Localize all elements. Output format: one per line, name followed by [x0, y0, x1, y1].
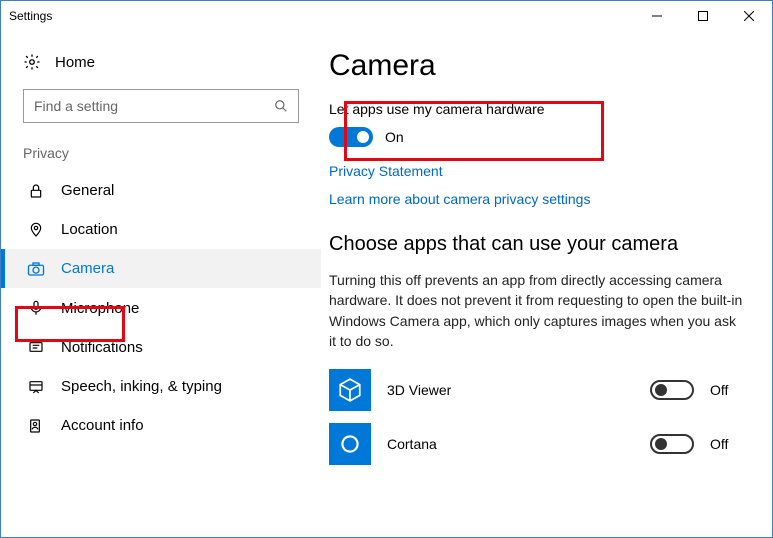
app-row-3d-viewer: 3D Viewer Off — [329, 369, 744, 411]
master-toggle-state: On — [385, 129, 404, 145]
sidebar: Home Find a setting Privacy General L — [1, 31, 321, 537]
search-icon — [274, 99, 288, 113]
nav-item-location[interactable]: Location — [1, 210, 321, 249]
account-icon — [27, 418, 45, 434]
app-toggle-state: Off — [710, 436, 744, 452]
nav-item-general[interactable]: General — [1, 171, 321, 210]
nav-item-label: General — [61, 182, 114, 199]
app-name: 3D Viewer — [387, 382, 634, 398]
nav-home-label: Home — [55, 54, 95, 71]
app-toggle-state: Off — [710, 382, 744, 398]
link-privacy-statement[interactable]: Privacy Statement — [329, 163, 744, 179]
microphone-icon — [27, 299, 45, 317]
description-text: Turning this off prevents an app from di… — [329, 270, 744, 351]
location-icon — [27, 222, 45, 238]
nav-item-microphone[interactable]: Microphone — [1, 288, 321, 328]
content-pane: Camera Let apps use my camera hardware O… — [321, 31, 772, 537]
app-tile-cortana — [329, 423, 371, 465]
search-placeholder: Find a setting — [34, 98, 274, 114]
nav-item-label: Account info — [61, 417, 144, 434]
maximize-button[interactable] — [680, 1, 726, 31]
notifications-icon — [27, 340, 45, 356]
settings-window: Settings Home Find a setting — [0, 0, 773, 538]
nav-item-label: Microphone — [61, 300, 139, 317]
app-toggle-cortana[interactable] — [650, 434, 694, 454]
nav-item-label: Speech, inking, & typing — [61, 378, 222, 395]
master-toggle-label: Let apps use my camera hardware — [329, 101, 744, 117]
link-learn-more[interactable]: Learn more about camera privacy settings — [329, 191, 744, 207]
nav-item-account[interactable]: Account info — [1, 406, 321, 445]
titlebar: Settings — [1, 1, 772, 31]
camera-icon — [27, 261, 45, 277]
nav-item-label: Location — [61, 221, 118, 238]
nav-item-camera[interactable]: Camera — [1, 249, 321, 288]
nav-item-notifications[interactable]: Notifications — [1, 328, 321, 367]
nav-item-label: Camera — [61, 260, 114, 277]
nav-group-label: Privacy — [1, 145, 321, 171]
app-row-cortana: Cortana Off — [329, 423, 744, 465]
close-button[interactable] — [726, 1, 772, 31]
speech-icon — [27, 379, 45, 395]
lock-icon — [27, 183, 45, 199]
page-title: Camera — [329, 49, 744, 83]
master-toggle[interactable] — [329, 127, 373, 147]
app-tile-3d-viewer — [329, 369, 371, 411]
subheading: Choose apps that can use your camera — [329, 233, 744, 256]
search-input[interactable]: Find a setting — [23, 89, 299, 123]
minimize-button[interactable] — [634, 1, 680, 31]
nav-item-label: Notifications — [61, 339, 143, 356]
app-toggle-3d-viewer[interactable] — [650, 380, 694, 400]
nav-item-speech[interactable]: Speech, inking, & typing — [1, 367, 321, 406]
window-title: Settings — [9, 9, 634, 23]
gear-icon — [23, 53, 41, 71]
app-name: Cortana — [387, 436, 634, 452]
nav-home[interactable]: Home — [1, 49, 321, 89]
